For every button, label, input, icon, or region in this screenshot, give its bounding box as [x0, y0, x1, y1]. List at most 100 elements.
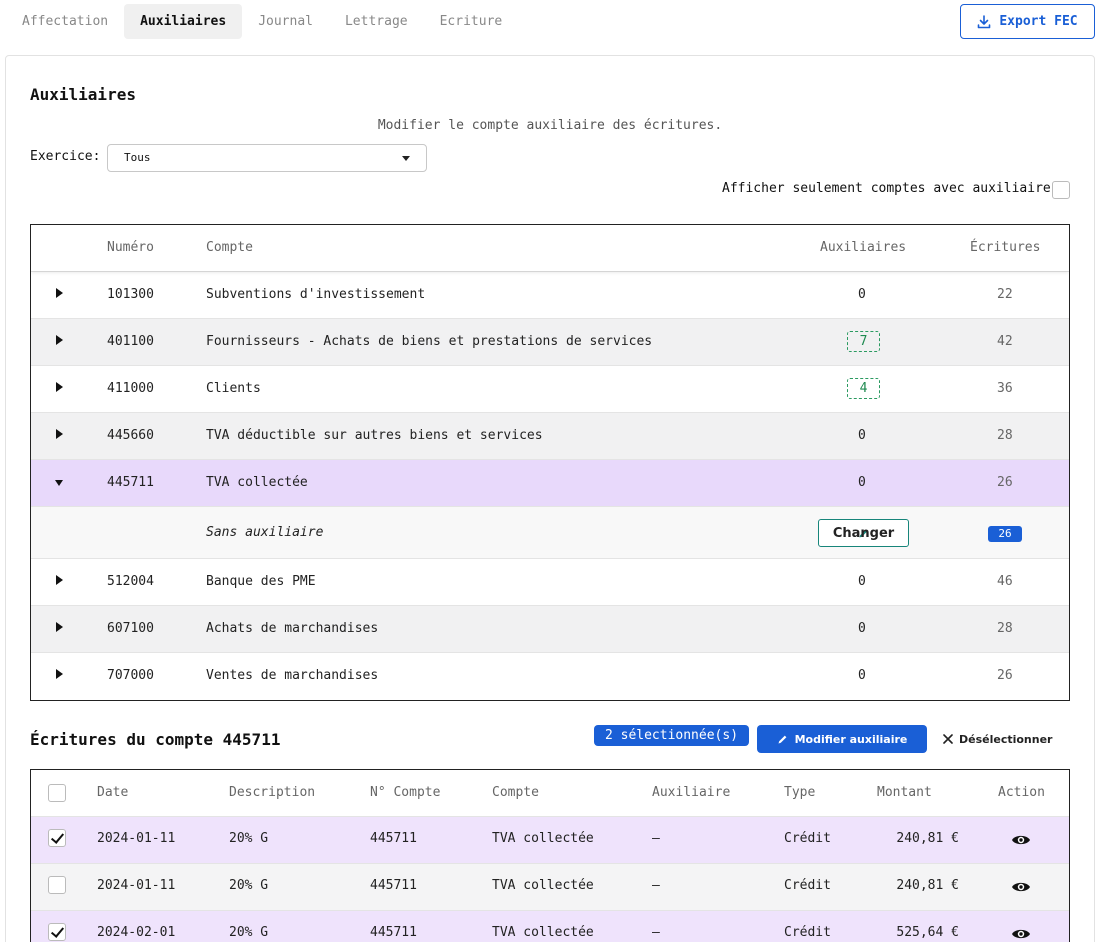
entry-auxiliaire: —	[652, 831, 660, 846]
auxiliaires-badge[interactable]: 7	[847, 331, 880, 352]
account-row[interactable]: 707000 Ventes de marchandises 0 26	[31, 652, 1069, 699]
entry-date: 2024-02-01	[97, 925, 176, 940]
expand-arrow-icon[interactable]	[56, 622, 63, 632]
caret-down-icon	[402, 156, 410, 161]
eye-icon[interactable]	[1011, 878, 1031, 896]
account-name: Fournisseurs - Achats de biens et presta…	[206, 334, 653, 349]
row-checkbox[interactable]	[48, 876, 66, 894]
expand-arrow-icon[interactable]	[56, 669, 63, 679]
header-montant: Montant	[877, 785, 932, 800]
account-row[interactable]: 101300 Subventions d'investissement 0 22	[31, 271, 1069, 318]
account-row[interactable]: 411000 Clients 4 36	[31, 365, 1069, 412]
modify-auxiliaire-button[interactable]: Modifier auxiliaire	[757, 725, 927, 753]
tab-ecriture[interactable]: Ecriture	[424, 4, 519, 39]
ecritures-count: 28	[997, 621, 1013, 636]
entry-type: Crédit	[784, 831, 831, 846]
expand-arrow-icon[interactable]	[56, 288, 63, 298]
entry-type: Crédit	[784, 878, 831, 893]
account-row[interactable]: 401100 Fournisseurs - Achats de biens et…	[31, 318, 1069, 365]
auxiliaires-count: 0	[858, 668, 866, 683]
export-fec-button[interactable]: Export FEC	[960, 4, 1095, 39]
auxiliaires-count: 0	[858, 621, 866, 636]
entries-table: Date Description N° Compte Compte Auxili…	[30, 769, 1070, 942]
ecritures-count: 42	[997, 334, 1013, 349]
account-name: Ventes de marchandises	[206, 668, 379, 683]
entry-num-compte: 445711	[370, 925, 417, 940]
entry-description: 20% G	[229, 878, 269, 893]
header-auxiliaire: Auxiliaire	[652, 785, 731, 800]
account-number: 101300	[107, 287, 154, 302]
expand-arrow-icon[interactable]	[56, 335, 63, 345]
expand-arrow-icon[interactable]	[56, 429, 63, 439]
expand-arrow-icon[interactable]	[56, 575, 63, 585]
modify-auxiliaire-label: Modifier auxiliaire	[794, 732, 908, 746]
account-number: 445711	[107, 475, 154, 490]
changer-button[interactable]: Changer	[818, 519, 909, 547]
entry-compte: TVA collectée	[492, 925, 594, 940]
account-row[interactable]: 512004 Banque des PME 0 46	[31, 558, 1069, 605]
eye-icon[interactable]	[1011, 925, 1031, 942]
ecritures-count: 26	[997, 475, 1013, 490]
expand-arrow-icon[interactable]	[56, 382, 63, 392]
account-number: 411000	[107, 381, 154, 396]
account-row[interactable]: 607100 Achats de marchandises 0 28	[31, 605, 1069, 652]
account-name: Subventions d'investissement	[206, 287, 426, 302]
export-fec-label: Export FEC	[999, 14, 1078, 29]
entry-description: 20% G	[229, 831, 269, 846]
header-num-compte: N° Compte	[370, 785, 441, 800]
tab-affectation[interactable]: Affectation	[6, 4, 124, 39]
entry-montant: 240,81 €	[896, 831, 959, 846]
row-checkbox[interactable]	[48, 829, 66, 847]
entries-table-header: Date Description N° Compte Compte Auxili…	[31, 770, 1069, 816]
entry-num-compte: 445711	[370, 878, 417, 893]
account-number: 401100	[107, 334, 154, 349]
top-bar: Affectation Auxiliaires Journal Lettrage…	[0, 0, 1107, 48]
tab-journal[interactable]: Journal	[242, 4, 329, 39]
filter-label: Afficher seulement comptes avec auxiliai…	[722, 181, 1051, 196]
filter-checkbox[interactable]	[1052, 181, 1070, 199]
auxiliaires-count: 0	[858, 475, 866, 490]
header-numero: Numéro	[107, 240, 154, 255]
sans-auxiliaire-label: Sans auxiliaire	[206, 525, 324, 540]
ecritures-count: 46	[997, 574, 1013, 589]
entry-auxiliaire: —	[652, 925, 660, 940]
account-row-expanded[interactable]: 445711 TVA collectée 0 26	[31, 459, 1069, 506]
entry-row[interactable]: 2024-01-11 20% G 445711 TVA collectée — …	[31, 863, 1069, 910]
deselect-button[interactable]: Désélectionner	[943, 725, 1052, 753]
ecritures-count: 22	[997, 287, 1013, 302]
ecritures-count: 28	[997, 428, 1013, 443]
header-type: Type	[784, 785, 816, 800]
eye-icon[interactable]	[1011, 831, 1031, 849]
header-compte: Compte	[206, 240, 253, 255]
entry-compte: TVA collectée	[492, 831, 594, 846]
account-number: 607100	[107, 621, 154, 636]
header-action: Action	[998, 785, 1045, 800]
account-number: 707000	[107, 668, 154, 683]
tab-lettrage[interactable]: Lettrage	[329, 4, 424, 39]
account-name: TVA déductible sur autres biens et servi…	[206, 428, 543, 443]
collapse-arrow-icon[interactable]	[55, 480, 63, 486]
select-all-checkbox[interactable]	[48, 784, 66, 802]
pencil-icon	[778, 735, 787, 743]
tab-auxiliaires[interactable]: Auxiliaires	[124, 4, 243, 39]
ecritures-count: 26	[997, 668, 1013, 683]
entry-montant: 240,81 €	[896, 878, 959, 893]
entry-description: 20% G	[229, 925, 269, 940]
auxiliaires-count: 0	[858, 574, 866, 589]
exercice-select[interactable]: Tous	[107, 144, 427, 172]
entry-num-compte: 445711	[370, 831, 417, 846]
auxiliaires-count: 0	[858, 428, 866, 443]
download-icon	[978, 14, 991, 28]
header-description: Description	[229, 785, 316, 800]
entry-compte: TVA collectée	[492, 878, 594, 893]
entry-row[interactable]: 2024-02-01 20% G 445711 TVA collectée — …	[31, 910, 1069, 942]
auxiliaires-badge[interactable]: 4	[847, 378, 880, 399]
changer-label: Changer	[832, 525, 895, 541]
account-number: 445660	[107, 428, 154, 443]
row-checkbox[interactable]	[48, 923, 66, 941]
header-compte: Compte	[492, 785, 539, 800]
entries-title: Écritures du compte 445711	[30, 730, 281, 749]
account-row[interactable]: 445660 TVA déductible sur autres biens e…	[31, 412, 1069, 459]
header-auxiliaires: Auxiliaires	[820, 240, 907, 255]
entry-row[interactable]: 2024-01-11 20% G 445711 TVA collectée — …	[31, 816, 1069, 863]
